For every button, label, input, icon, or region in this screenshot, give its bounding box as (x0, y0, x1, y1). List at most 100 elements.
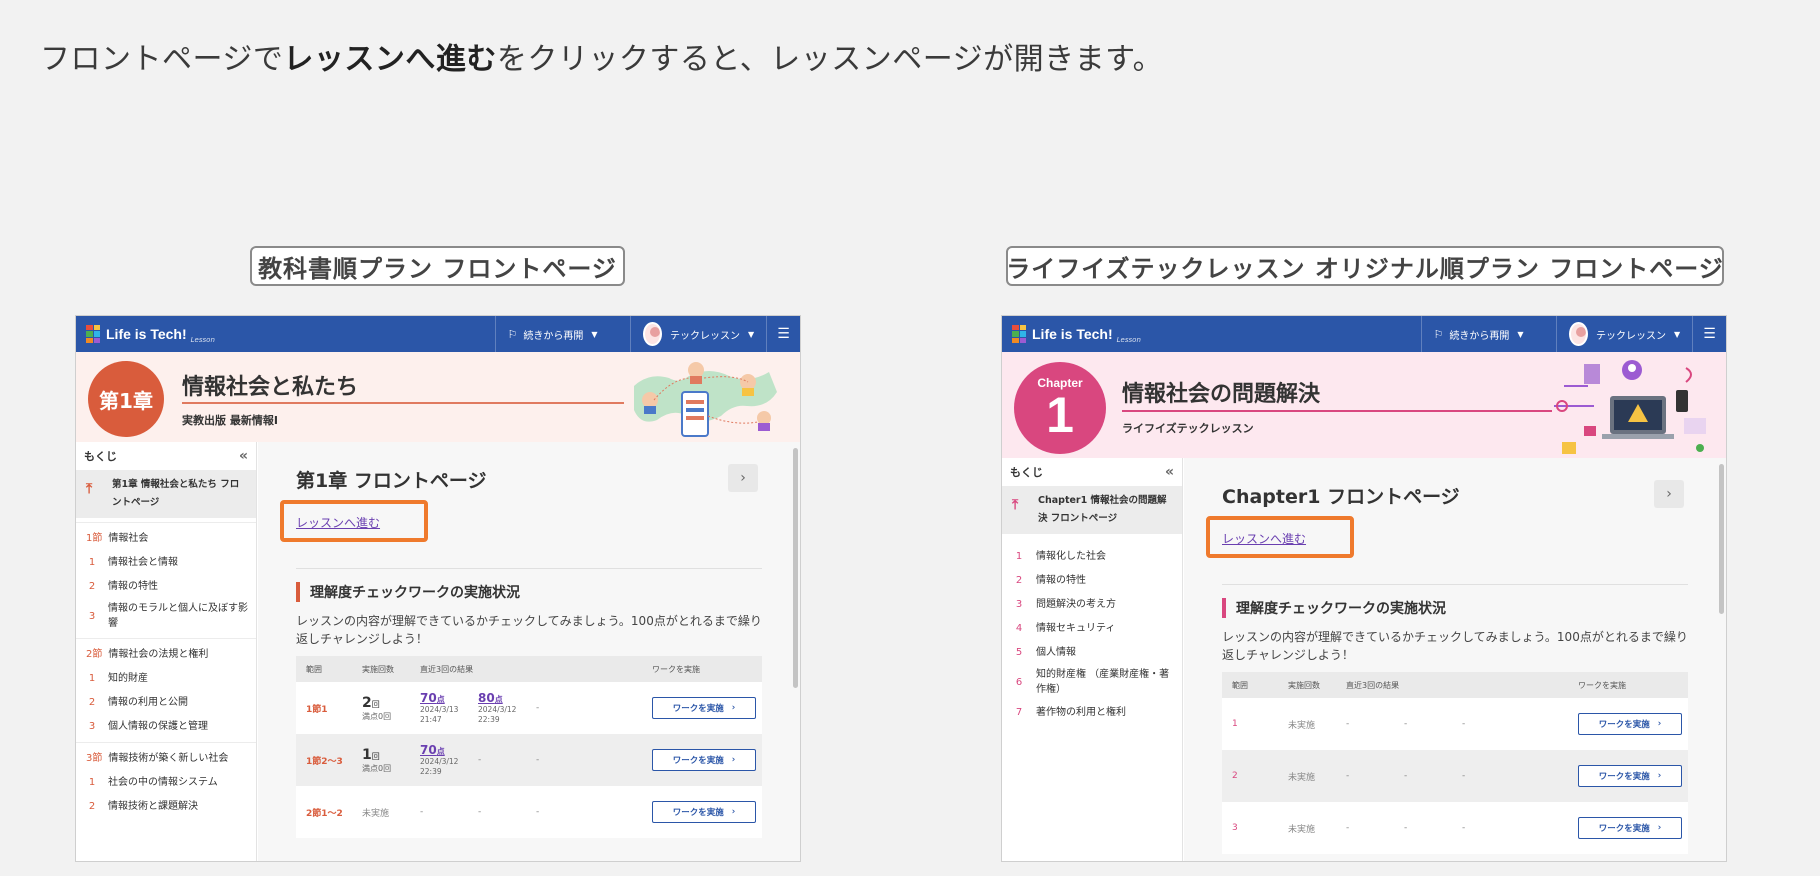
section-number: 3節 (86, 753, 103, 764)
chapter-title: 情報社会と私たち (182, 375, 359, 400)
item-label: 情報の特性 (108, 580, 158, 592)
chevron-right-icon: › (1657, 823, 1662, 833)
next-page-button[interactable]: › (728, 464, 758, 492)
result-cell[interactable]: 70点 2024/3/13 21:47 (420, 691, 478, 725)
score-time: 22:39 (420, 767, 442, 776)
score-unit: 点 (494, 695, 503, 704)
sidebar-item[interactable]: 7 著作物の利用と権利 (1002, 700, 1182, 724)
do-work-button[interactable]: ワークを実施 › (1578, 817, 1682, 839)
section-title: 理解度チェックワークの実施状況 (1222, 598, 1446, 618)
logo-mark-icon (86, 325, 100, 343)
item-number: 1 (1015, 550, 1023, 562)
arrow-up-icon: ⤒ (86, 481, 93, 497)
item-number: 2 (88, 696, 96, 708)
score-value: 80 (478, 691, 495, 705)
sidebar-item[interactable]: 2 情報の特性 (1002, 568, 1182, 592)
sidebar-section[interactable]: 3節 情報技術が築く新しい社会 (76, 742, 256, 770)
user-menu[interactable]: テックレッスン ▼ (1556, 316, 1692, 352)
row-range: 1 (1232, 719, 1238, 729)
sidebar-item-label: Chapter1 情報社会の問題解決 フロントページ (1038, 495, 1167, 524)
resume-button[interactable]: ⚐ 続きから再開 ▼ (1420, 316, 1557, 352)
sidebar-item[interactable]: 2 情報技術と課題解決 (76, 794, 256, 818)
list-icon[interactable]: ☰ (1692, 316, 1726, 352)
sidebar-item[interactable]: 3 問題解決の考え方 (1002, 592, 1182, 616)
sidebar-item[interactable]: 1 社会の中の情報システム (76, 770, 256, 794)
column-header: 実施回数 (362, 664, 394, 674)
app-logo[interactable]: Life is Tech! Lesson (1002, 324, 1421, 344)
avatar (643, 322, 662, 346)
sidebar-item[interactable]: 2 情報の利用と公開 (76, 690, 256, 714)
do-work-button[interactable]: ワークを実施 › (652, 801, 756, 823)
result-cell: - (1404, 823, 1408, 833)
column-header: 範囲 (306, 664, 322, 674)
item-label: 情報の利用と公開 (108, 696, 188, 708)
next-page-button[interactable]: › (1654, 480, 1684, 508)
sidebar-item[interactable]: 4 情報セキュリティ (1002, 616, 1182, 640)
do-work-button[interactable]: ワークを実施 › (1578, 713, 1682, 735)
toc-title: もくじ (84, 450, 117, 463)
result-cell[interactable]: 80点 2024/3/12 22:39 (478, 691, 536, 725)
flag-icon: ⚐ (1433, 327, 1444, 341)
chevron-right-icon: › (1666, 486, 1672, 502)
item-number: 3 (88, 610, 96, 622)
app-logo[interactable]: Life is Tech! Lesson (76, 324, 495, 344)
result-cell: - (536, 703, 540, 713)
panel-a-label: 教科書順プラン フロントページ (250, 246, 625, 286)
collapse-icon[interactable]: « (1165, 464, 1174, 480)
check-work-table: 範囲 実施回数 直近3回の結果 ワークを実施 1節1 2回 満点0回 70点 2… (296, 656, 762, 838)
result-cell[interactable]: 70点 2024/3/12 22:39 (420, 743, 478, 777)
chapter-subtitle: 実教出版 最新情報I (182, 414, 278, 427)
count-value: 1 (362, 746, 372, 763)
user-name: テックレッスン (669, 330, 740, 342)
sidebar-item-front-page[interactable]: ⤒ Chapter1 情報社会の問題解決 フロントページ (1002, 486, 1182, 534)
result-cell: - (1462, 823, 1466, 833)
row-range: 2 (1232, 771, 1238, 781)
do-work-button[interactable]: ワークを実施 › (652, 749, 756, 771)
collapse-icon[interactable]: « (239, 448, 248, 464)
sidebar-section[interactable]: 1節 情報社会 (76, 522, 256, 550)
table-row: 2節1〜2 未実施 - - - ワークを実施 › (296, 786, 762, 838)
lesson-start-link[interactable]: レッスンへ進む (296, 514, 380, 531)
chevron-right-icon: › (731, 703, 736, 713)
section-label: 情報社会の法規と権利 (108, 649, 209, 660)
item-number: 3 (88, 720, 96, 732)
section-description: レッスンの内容が理解できているかチェックしてみましょう。100点がとれるまで繰り… (296, 614, 762, 646)
toc-header: もくじ « (76, 442, 256, 470)
item-number: 6 (1015, 676, 1023, 688)
divider (296, 568, 762, 569)
do-work-button[interactable]: ワークを実施 › (652, 697, 756, 719)
sidebar-item[interactable]: 3 個人情報の保護と管理 (76, 714, 256, 738)
sidebar-item[interactable]: 3 情報のモラルと個人に及ぼす影響 (76, 598, 256, 634)
user-menu[interactable]: テックレッスン ▼ (630, 316, 766, 352)
sidebar-item[interactable]: 1 情報社会と情報 (76, 550, 256, 574)
page-title: 第1章 フロントページ (296, 470, 487, 492)
sidebar-section[interactable]: 2節 情報社会の法規と権利 (76, 638, 256, 666)
sidebar-item[interactable]: 6 知的財産権 （産業財産権・著作権） (1002, 664, 1182, 700)
table-of-contents-sidebar: もくじ « ⤒ 第1章 情報社会と私たち フロントページ 1節 情報社会 1 情報社… (76, 442, 257, 861)
lesson-start-link[interactable]: レッスンへ進む (1222, 530, 1306, 547)
item-number: 2 (88, 800, 96, 812)
button-label: ワークを実施 (672, 704, 724, 714)
resume-button[interactable]: ⚐ 続きから再開 ▼ (494, 316, 631, 352)
sidebar-item[interactable]: 1 情報化した社会 (1002, 544, 1182, 568)
sidebar-item-front-page[interactable]: ⤒ 第1章 情報社会と私たち フロントページ (76, 470, 256, 518)
do-work-button[interactable]: ワークを実施 › (1578, 765, 1682, 787)
column-header: 直近3回の結果 (1346, 680, 1400, 690)
chevron-right-icon: › (731, 807, 736, 817)
logo-subtext: Lesson (1116, 336, 1141, 344)
result-cell: - (478, 807, 482, 817)
table-row: 1節2〜3 1回 満点0回 70点 2024/3/12 22:39 - - ワー… (296, 734, 762, 786)
sidebar-item[interactable]: 2 情報の特性 (76, 574, 256, 598)
list-icon[interactable]: ☰ (766, 316, 800, 352)
scrollbar[interactable] (793, 448, 798, 688)
scrollbar[interactable] (1719, 464, 1724, 614)
result-cell: - (1346, 823, 1350, 833)
item-label: 情報セキュリティ (1036, 622, 1116, 634)
item-label: 情報のモラルと個人に及ぼす影響 (108, 603, 248, 629)
count-value: 2 (362, 694, 372, 711)
status-text: 未実施 (1288, 772, 1316, 783)
chapter-badge: 第1章 (88, 361, 164, 437)
sidebar-item[interactable]: 5 個人情報 (1002, 640, 1182, 664)
score-date: 2024/3/12 (420, 757, 459, 766)
sidebar-item[interactable]: 1 知的財産 (76, 666, 256, 690)
